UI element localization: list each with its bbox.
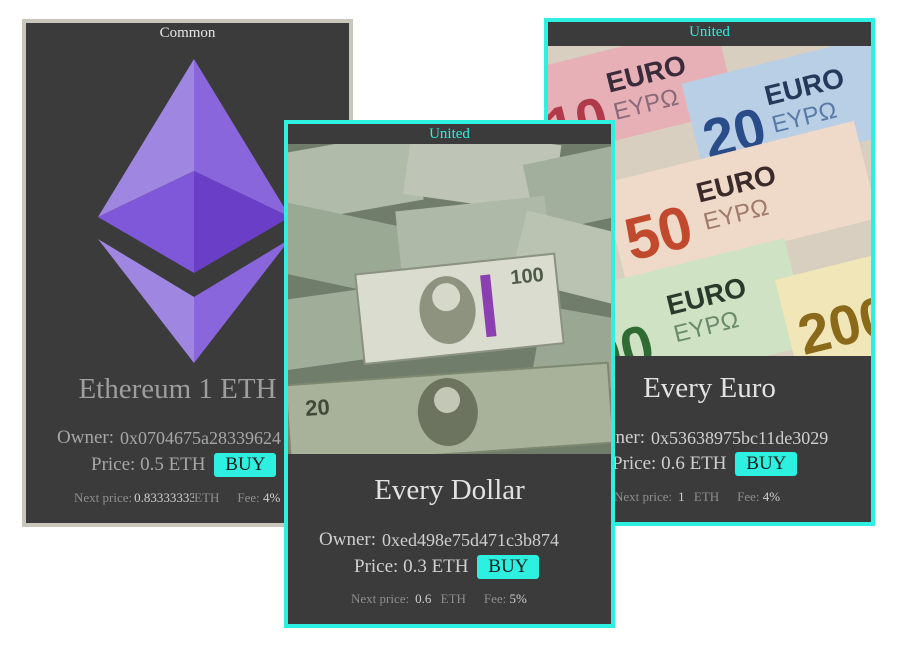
rarity-label: United [429,126,470,142]
next-price-row: Next price: 1 ETH Fee: 4% [614,489,780,505]
price-label: Price: [612,453,657,474]
next-price-unit: ETH [440,591,466,606]
owner-address[interactable]: 0xed498e75d471c3b874 [382,530,576,551]
next-price-row: Next price: 0.6 ETH Fee: 5% [351,591,527,607]
banknote-20: 20 [304,394,330,421]
owner-address[interactable]: 0x0704675a28339624 [120,428,300,449]
price-row: Price: 0.3 ETH BUY [354,555,540,579]
buy-button[interactable]: BUY [214,453,277,477]
owner-row: Owner: 0x53638975bc11de3029 [588,427,845,449]
price-value: 0.5 ETH [140,454,206,475]
rarity-label: Common [159,25,216,41]
owner-row: Owner: 0xed498e75d471c3b874 [319,529,576,551]
owner-label: Owner: [57,427,114,448]
next-price-value: 1 [678,489,685,504]
buy-button[interactable]: BUY [735,452,798,476]
next-price-row: Next price:0.833333333ETH Fee: 4% [74,490,280,506]
next-price-value: 0.833333333 [134,490,194,505]
next-price-value: 0.6 [415,591,432,606]
rarity-label: United [689,24,730,40]
fee-value: 5% [509,591,527,606]
fee-label: Fee: [483,591,507,606]
next-price-unit: ETH [194,490,220,505]
price-label: Price: [91,454,136,475]
banknote-100: 100 [509,264,544,289]
price-row: Price: 0.5 ETH BUY [91,453,277,477]
fee-label: Fee: [237,490,260,505]
owner-address[interactable]: 0x53638975bc11de3029 [651,428,845,449]
dollar-banknotes-image: 100 20 [288,144,611,454]
price-value: 0.3 ETH [403,556,469,577]
fee-value: 4% [762,489,781,504]
price-row: Price: 0.6 ETH BUY [612,452,798,476]
next-price-label: Next price: [351,591,410,606]
price-label: Price: [354,556,399,577]
price-value: 0.6 ETH [661,453,727,474]
buy-button[interactable]: BUY [477,555,540,579]
next-price-label: Next price: [74,490,133,505]
card-title: Every Dollar [374,474,525,506]
owner-row: Owner: 0x0704675a28339624 [57,427,300,449]
fee-value: 4% [263,490,281,505]
card-dollar[interactable]: United 100 20 Every Dollar Owner: 0xed49… [284,120,615,628]
fee-label: Fee: [737,489,760,504]
next-price-label: Next price: [614,489,673,504]
next-price-unit: ETH [693,489,720,504]
owner-label: Owner: [319,529,376,550]
